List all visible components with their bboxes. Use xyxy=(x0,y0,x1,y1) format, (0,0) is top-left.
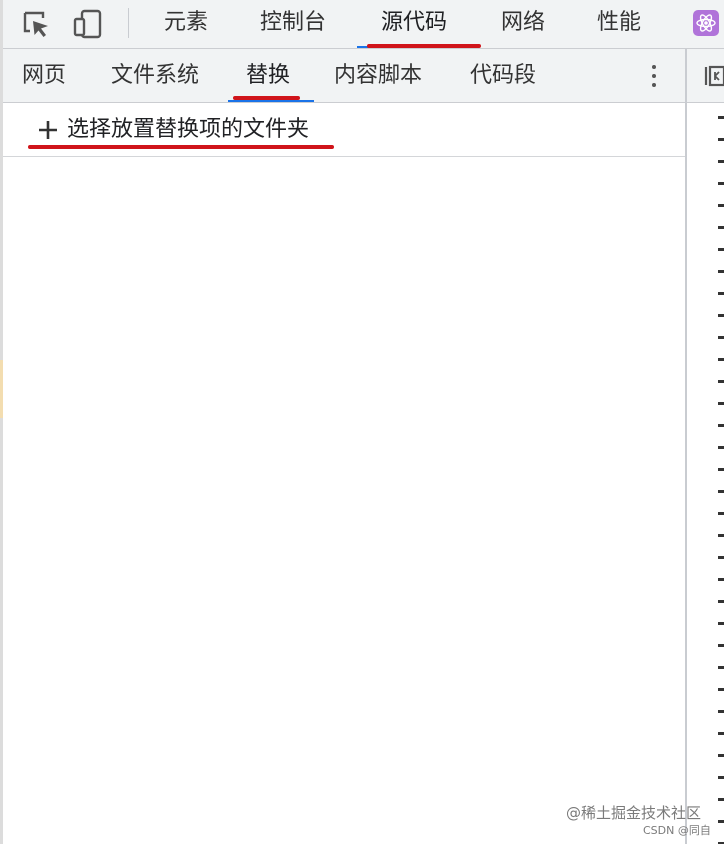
tab-performance[interactable]: 性能 xyxy=(597,0,641,48)
tab-network[interactable]: 网络 xyxy=(501,0,545,48)
annotation-underline xyxy=(367,44,481,48)
tab-console[interactable]: 控制台 xyxy=(260,0,326,48)
tab-overrides[interactable]: 替换 xyxy=(246,49,290,102)
tab-page[interactable]: 网页 xyxy=(22,49,66,102)
toolbar-separator xyxy=(128,8,129,38)
annotation-underline xyxy=(28,145,334,149)
watermark-csdn: CSDN @同自 xyxy=(643,824,711,837)
overrides-active-indicator xyxy=(228,100,314,102)
tab-snippets[interactable]: 代码段 xyxy=(470,49,536,102)
toggle-sidebar-icon[interactable] xyxy=(704,64,724,88)
left-edge-highlight xyxy=(0,360,3,418)
devtools-main-toolbar: 元素 控制台 源代码 网络 性能 xyxy=(3,0,724,49)
sources-navigator-tabs: 网页 文件系统 替换 内容脚本 代码段 xyxy=(3,49,685,103)
react-devtools-icon[interactable] xyxy=(693,10,719,36)
plus-icon xyxy=(39,121,57,139)
panel-splitter[interactable] xyxy=(685,49,687,844)
annotation-underline xyxy=(233,96,300,100)
inspect-element-icon[interactable] xyxy=(21,9,51,39)
more-options-icon[interactable] xyxy=(643,62,665,90)
tab-content-scripts[interactable]: 内容脚本 xyxy=(334,49,422,102)
tab-elements[interactable]: 元素 xyxy=(164,0,208,48)
watermark-juejin: @稀土掘金技术社区 xyxy=(566,804,702,822)
tab-sources[interactable]: 源代码 xyxy=(381,0,447,48)
select-folder-for-overrides-button[interactable]: 选择放置替换项的文件夹 xyxy=(3,103,685,157)
device-toolbar-icon[interactable] xyxy=(73,9,103,39)
tab-filesystem[interactable]: 文件系统 xyxy=(111,49,199,102)
editor-gutter-edge xyxy=(718,102,724,844)
